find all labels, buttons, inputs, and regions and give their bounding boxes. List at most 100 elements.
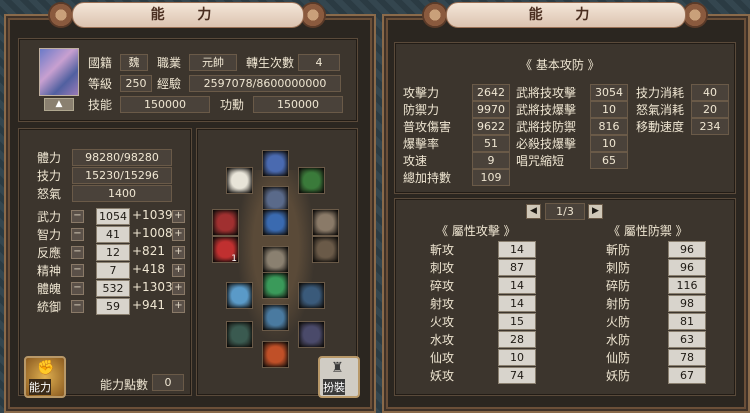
basic-stat-label: 爆擊率 <box>403 137 440 151</box>
vital-value: 1400 <box>72 185 172 202</box>
basic-stat-value: 10 <box>590 135 628 152</box>
defense-attr-label: 碎防 <box>606 279 631 293</box>
vital-label: 技力 <box>37 169 62 183</box>
right-panel-title: 能 力 <box>446 2 686 28</box>
exp-value: 2597078/8600000000 <box>189 75 341 92</box>
ability-points-label: 能力點數 <box>100 378 149 392</box>
element-attack-header: 《 屬性攻擊 》 <box>436 224 516 238</box>
defense-attr-label: 斬防 <box>606 243 631 257</box>
slot-count-badge: 1 <box>231 254 237 264</box>
job-value: 元帥 <box>189 54 237 71</box>
basic-stat-value: 40 <box>691 84 729 101</box>
beast-icon[interactable] <box>262 341 289 368</box>
star-icon[interactable] <box>298 321 325 348</box>
wing-icon[interactable] <box>312 209 339 236</box>
fist-icon: ✊ <box>37 360 55 376</box>
basic-stat-label: 武將技防禦 <box>516 120 577 134</box>
dress-button-label: 扮裝 <box>323 379 345 395</box>
scroll-icon[interactable] <box>298 167 325 194</box>
basic-stat-value: 9622 <box>472 118 510 135</box>
basic-stat-label: 總加持數 <box>403 171 452 185</box>
attribute-bonus: +1039 <box>132 208 173 222</box>
basic-stat-label: 怒氣消耗 <box>636 103 685 117</box>
ornament-icon <box>48 2 74 28</box>
attack-attr-value: 87 <box>498 259 536 276</box>
basic-stat-value: 816 <box>590 118 628 135</box>
attribute-value: 12 <box>96 244 130 261</box>
attribute-label: 武力 <box>37 210 62 224</box>
attribute-value: 59 <box>96 298 130 315</box>
character-portrait <box>39 48 79 96</box>
basic-stats-header: 《 基本攻防 》 <box>520 58 600 72</box>
ability-points-value: 0 <box>152 374 184 391</box>
defense-attr-label: 水防 <box>606 333 631 347</box>
sword-icon[interactable]: 1 <box>212 236 239 264</box>
basic-stat-label: 技力消耗 <box>636 86 685 100</box>
attack-attr-label: 妖攻 <box>430 369 455 383</box>
defense-attr-label: 仙防 <box>606 351 631 365</box>
increase-button[interactable]: + <box>172 282 185 295</box>
attribute-value: 7 <box>96 262 130 279</box>
next-page-button[interactable]: ▶ <box>588 204 603 219</box>
gem-icon[interactable] <box>298 282 325 309</box>
increase-button[interactable]: + <box>172 264 185 277</box>
increase-button[interactable]: + <box>172 246 185 259</box>
prev-page-button[interactable]: ◀ <box>526 204 541 219</box>
attack-attr-value: 14 <box>498 277 536 294</box>
basic-stat-value: 9 <box>472 152 510 169</box>
yin-yang-icon[interactable] <box>226 167 253 194</box>
increase-button[interactable]: + <box>172 228 185 241</box>
attack-attr-label: 射攻 <box>430 297 455 311</box>
pants-icon[interactable] <box>262 272 289 299</box>
helmet-icon[interactable] <box>262 150 289 177</box>
attribute-label: 精神 <box>37 264 62 278</box>
armor-icon[interactable] <box>262 209 289 236</box>
basic-stat-value: 234 <box>691 118 729 135</box>
up-arrow-icon[interactable]: ▲ <box>44 98 74 111</box>
decrease-button[interactable]: − <box>71 228 84 241</box>
decrease-button[interactable]: − <box>71 246 84 259</box>
boots-icon[interactable] <box>262 304 289 331</box>
decrease-button[interactable]: − <box>71 300 84 313</box>
spear-icon[interactable] <box>212 209 239 236</box>
attack-attr-label: 火攻 <box>430 315 455 329</box>
attribute-bonus: +941 <box>132 298 165 312</box>
left-panel-title: 能 力 <box>72 2 304 28</box>
decrease-button[interactable]: − <box>71 210 84 223</box>
attack-attr-label: 水攻 <box>430 333 455 347</box>
ornament-icon <box>422 2 448 28</box>
vital-value: 15230/15296 <box>72 167 172 184</box>
defense-attr-value: 63 <box>668 331 706 348</box>
basic-stat-label: 必殺技爆擊 <box>516 137 577 151</box>
blade-icon[interactable] <box>226 282 253 309</box>
belt-icon[interactable] <box>262 246 289 273</box>
defense-attr-value: 96 <box>668 241 706 258</box>
attack-attr-value: 15 <box>498 313 536 330</box>
attack-attr-value: 10 <box>498 349 536 366</box>
page-indicator: 1/3 <box>545 203 585 220</box>
skill-label: 技能 <box>88 98 113 112</box>
attribute-bonus: +821 <box>132 244 165 258</box>
shield-icon[interactable] <box>312 236 339 263</box>
ability-button[interactable]: ✊ 能力 <box>24 356 66 398</box>
increase-button[interactable]: + <box>172 210 185 223</box>
nationality-value: 魏 <box>120 54 148 71</box>
basic-stat-value: 51 <box>472 135 510 152</box>
ability-button-label: 能力 <box>29 379 51 395</box>
basic-stat-label: 普攻傷害 <box>403 120 452 134</box>
level-value: 250 <box>120 75 152 92</box>
basic-stat-label: 武將技攻擊 <box>516 86 577 100</box>
basic-stat-value: 109 <box>472 169 510 186</box>
attack-attr-label: 斬攻 <box>430 243 455 257</box>
attack-attr-value: 14 <box>498 241 536 258</box>
rebirth-value: 4 <box>298 54 340 71</box>
increase-button[interactable]: + <box>172 300 185 313</box>
dress-button[interactable]: ♜ 扮裝 <box>318 356 360 398</box>
level-label: 等級 <box>88 77 113 91</box>
basic-stat-label: 防禦力 <box>403 103 440 117</box>
attack-attr-value: 28 <box>498 331 536 348</box>
decrease-button[interactable]: − <box>71 264 84 277</box>
attack-attr-value: 74 <box>498 367 536 384</box>
decrease-button[interactable]: − <box>71 282 84 295</box>
ring-icon[interactable] <box>226 321 253 348</box>
